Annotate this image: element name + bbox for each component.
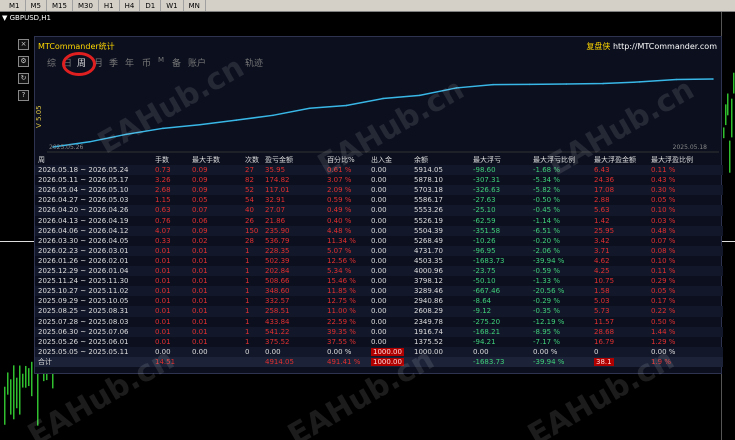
equity-point — [382, 97, 384, 100]
tf-m30[interactable]: M30 — [73, 0, 99, 11]
tab-magic[interactable]: M — [158, 56, 172, 68]
table-body: 2026.05.18 ~ 2026.05.24 0.73 0.09 27 35.95 0.… — [35, 165, 723, 357]
candle-bar — [723, 127, 725, 139]
tf-w1[interactable]: W1 — [161, 0, 184, 11]
equity-point — [492, 83, 494, 86]
table-row: 2025.10.27 ~ 2025.11.02 0.01 0.01 1 348.60 11… — [35, 286, 723, 297]
table-row: 2026.02.23 ~ 2026.03.01 0.01 0.01 1 228.35 5.… — [35, 245, 723, 256]
tf-h1[interactable]: H1 — [99, 0, 120, 11]
tf-d1[interactable]: D1 — [140, 0, 162, 11]
panel-title: MTCommander统计 — [38, 42, 115, 51]
tab-trajectory[interactable]: 轨迹 — [245, 56, 269, 69]
tab-month[interactable]: 月 — [94, 56, 109, 69]
candle-bar — [31, 361, 33, 397]
table-row: 2026.01.26 ~ 2026.02.01 0.01 0.01 1 502.39 12… — [38, 256, 676, 265]
table-row: 2026.03.30 ~ 2026.04.05 0.33 0.02 28 536.79 1… — [38, 236, 676, 245]
table-row: 2026.04.27 ~ 2026.05.03 1.15 0.05 54 32.91 0.… — [38, 196, 676, 205]
equity-point — [638, 81, 641, 83]
candle-bar — [22, 373, 24, 388]
stats-panel: MTCommander统计 复盘侠 http://MTCommander.com… — [34, 36, 723, 374]
table-header-row: 周 手数 最大手数 次数 盈亏金额 百分比% 出入金 余额 最大浮亏 最大浮亏比… — [35, 155, 723, 165]
tf-m5[interactable]: M5 — [26, 0, 47, 11]
table-row: 2025.08.25 ~ 2025.08.31 0.01 0.01 1 258.51 11… — [35, 306, 723, 317]
candle-bar — [729, 140, 731, 173]
help-icon[interactable]: ? — [18, 90, 29, 101]
tf-m1[interactable]: M1 — [4, 0, 26, 11]
panel-brand[interactable]: 复盘侠 http://MTCommander.com — [586, 41, 717, 52]
equity-point — [198, 123, 201, 126]
table-row: 2025.11.24 ~ 2025.11.30 0.01 0.01 1 508.66 15… — [38, 277, 676, 286]
candle-bar — [19, 365, 21, 415]
col-max-floating-profit-ratio: 最大浮盈比例 — [651, 156, 693, 164]
candle-bar — [25, 365, 27, 388]
timeframe-toolbar: M1 M5 M15 M30 H1 H4 D1 W1 MN — [0, 0, 735, 12]
equity-point — [308, 107, 311, 110]
tab-year[interactable]: 年 — [125, 56, 142, 69]
tf-mn[interactable]: MN — [184, 0, 206, 11]
col-week: 周 — [38, 156, 45, 164]
equity-point — [528, 83, 531, 86]
tab-currency[interactable]: 币 — [142, 56, 158, 69]
table-row: 2025.12.29 ~ 2026.01.04 0.01 0.01 1 202.84 5.… — [35, 266, 723, 277]
candle-bar — [28, 368, 30, 387]
tab-quarter[interactable]: 季 — [109, 56, 125, 69]
tf-h4[interactable]: H4 — [120, 0, 141, 11]
table-row: 2026.04.13 ~ 2026.04.19 0.76 0.06 26 21.86 0.… — [38, 216, 676, 225]
candle-bar — [731, 98, 733, 138]
settings-icon[interactable]: ⚙ — [18, 56, 29, 67]
close-box-icon[interactable]: × — [18, 39, 29, 50]
equity-point — [272, 114, 274, 117]
col-pnl: 盈亏金额 — [265, 156, 293, 164]
table-row: 2025.09.29 ~ 2025.10.05 0.01 0.01 1 332.57 12… — [38, 297, 676, 306]
mt4-window: M1 M5 M15 M30 H1 H4 D1 W1 MN ▼ GBPUSD,H1… — [0, 0, 735, 440]
equity-point — [88, 141, 91, 143]
table-row: 2025.07.28 ~ 2025.08.03 0.01 0.01 1 433.84 22… — [38, 317, 676, 326]
refresh-icon[interactable]: ↻ — [18, 73, 29, 84]
equity-point — [712, 78, 714, 80]
equity-point — [345, 104, 348, 107]
curve-start-date: 2025.05.26 — [49, 144, 84, 151]
equity-point — [235, 119, 238, 121]
curve-version-label: V 5.05 — [35, 105, 43, 129]
table-row: 2026.04.06 ~ 2026.04.12 4.07 0.09 150 235.90… — [35, 225, 723, 236]
tab-summary[interactable]: 综 — [47, 56, 63, 69]
candle-bar — [13, 365, 15, 420]
col-max-drawdown: 最大浮亏 — [473, 156, 501, 164]
curve-end-date: 2025.05.18 — [672, 144, 707, 151]
tab-comment[interactable]: 备 — [172, 56, 188, 69]
table-row: 2026.05.04 ~ 2026.05.10 2.68 0.09 52 117.01 2… — [35, 185, 723, 196]
col-count: 次数 — [245, 156, 259, 164]
stats-table: 周 手数 最大手数 次数 盈亏金额 百分比% 出入金 余额 最大浮亏 最大浮亏比… — [35, 155, 723, 367]
candle-bar — [16, 377, 18, 409]
candle-bar — [4, 386, 6, 425]
table-row: 2025.06.30 ~ 2025.07.06 0.01 0.01 1 541.22 39… — [35, 326, 723, 337]
col-max-lots: 最大手数 — [192, 156, 220, 164]
candle-bar — [725, 104, 727, 126]
table-row: 2025.05.26 ~ 2025.06.01 0.01 0.01 1 375.52 37… — [38, 337, 676, 346]
table-row: 2026.05.11 ~ 2026.05.17 3.26 0.09 82 174.82 3… — [38, 176, 676, 185]
equity-point — [565, 83, 568, 85]
candle-bar — [727, 93, 729, 116]
equity-point — [602, 82, 604, 85]
col-lots: 手数 — [155, 156, 169, 164]
col-balance: 余额 — [414, 156, 428, 164]
candle-bar — [733, 72, 735, 94]
candle-bar — [10, 379, 12, 415]
candle-bar — [7, 372, 9, 395]
table-row: 2026.04.20 ~ 2026.04.26 0.63 0.07 40 27.07 0.… — [35, 205, 723, 216]
table-row: 2026.05.18 ~ 2026.05.24 0.73 0.09 27 35.95 0.… — [35, 165, 723, 176]
highlight-circle-annotation — [62, 52, 96, 76]
tf-m15[interactable]: M15 — [47, 0, 73, 11]
